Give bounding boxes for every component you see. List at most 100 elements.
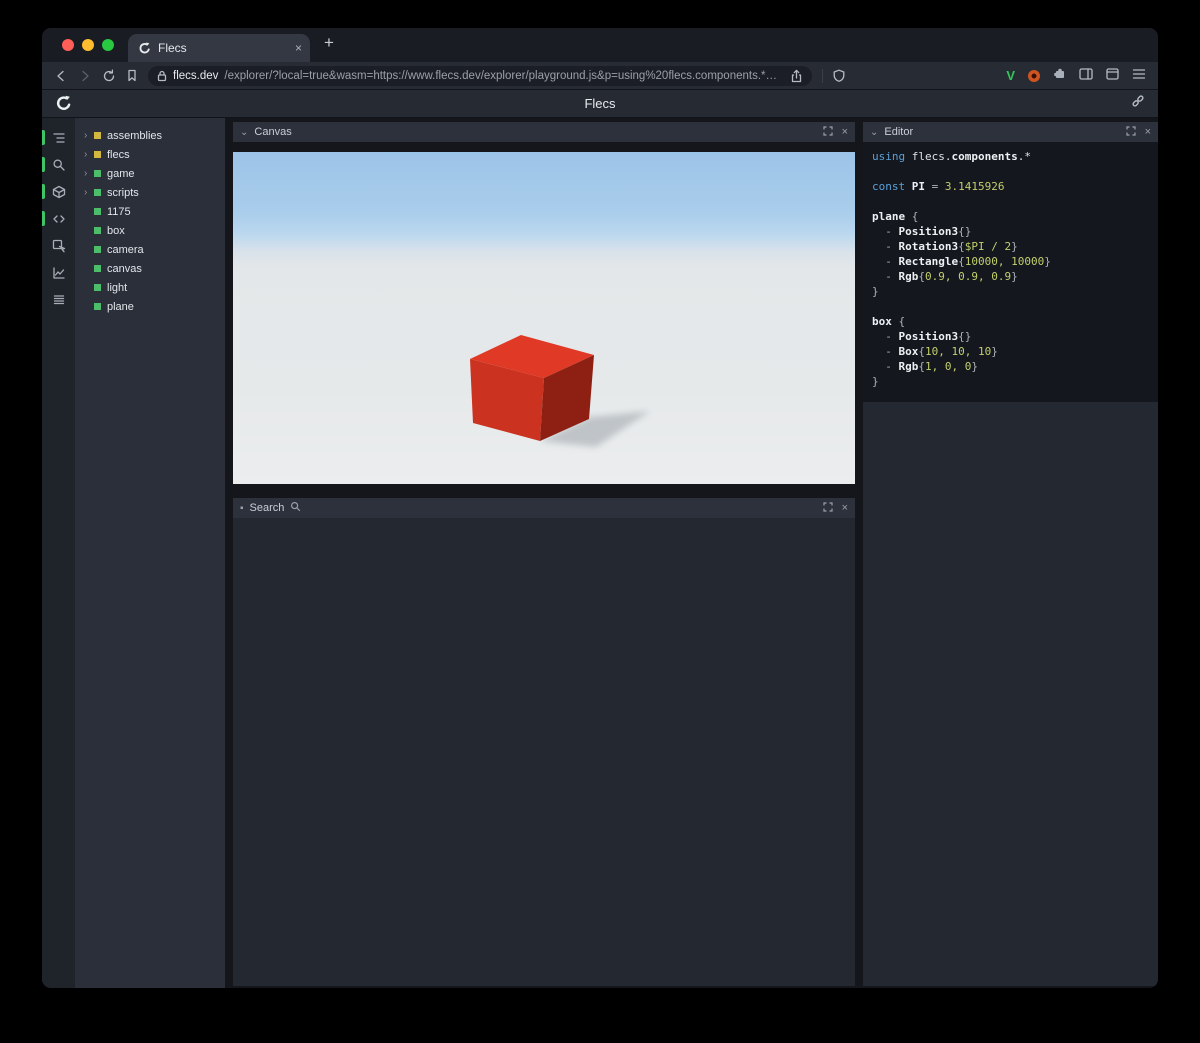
reload-button[interactable] [102, 69, 116, 83]
collapse-chevron-icon[interactable]: ⌄ [870, 127, 878, 138]
page-title: Flecs [584, 96, 616, 111]
close-panel-icon[interactable]: × [842, 126, 848, 138]
fullscreen-icon[interactable] [822, 501, 833, 515]
tree-item-label: assemblies [107, 129, 163, 142]
tree-item-label: game [107, 167, 135, 180]
extensions-puzzle-icon[interactable] [1053, 67, 1066, 85]
editor-panel-header[interactable]: ⌄ Editor × [863, 122, 1158, 142]
code-line: } [872, 285, 879, 298]
code-line: - Box{10, 10, 10} [872, 345, 998, 358]
sidebar-query-search-icon[interactable] [42, 151, 75, 178]
bookmarks-panel-icon[interactable] [126, 69, 138, 82]
fullscreen-icon[interactable] [822, 125, 833, 139]
tree-item-canvas[interactable]: canvas [75, 259, 225, 278]
new-tab-button[interactable]: + [324, 33, 334, 53]
code-line: - Rgb{0.9, 0.9, 0.9} [872, 270, 1018, 283]
tree-item-light[interactable]: light [75, 278, 225, 297]
tree-item-game[interactable]: › game [75, 164, 225, 183]
canvas-panel-header[interactable]: ⌄ Canvas × [233, 122, 855, 142]
sidebar-code-script-icon[interactable] [42, 205, 75, 232]
maximize-window-button[interactable] [102, 39, 114, 51]
collapse-chevron-icon[interactable]: ⌄ [240, 127, 248, 138]
entity-color-swatch [94, 303, 101, 310]
extension-dot-icon[interactable] [1028, 69, 1040, 82]
minimize-window-button[interactable] [82, 39, 94, 51]
search-icon [290, 501, 301, 515]
workspace: ⌄ Canvas × ▪ Search × ⌄ Editor × using f… [225, 118, 1158, 988]
menu-hamburger-icon[interactable] [1132, 67, 1146, 85]
code-line: using flecs.components.* [872, 150, 1031, 163]
tree-item-label: scripts [107, 186, 139, 199]
expand-chevron-icon[interactable]: › [84, 130, 94, 141]
tool-sidebar [42, 118, 75, 988]
canvas-3d-viewport[interactable] [233, 152, 855, 484]
share-icon[interactable] [790, 69, 803, 83]
browser-window: Flecs × + flecs.dev/explorer/?local=true… [42, 28, 1158, 988]
red-box-3d [470, 335, 650, 447]
entity-tree: › assemblies › flecs › game › scripts 1175 box cam… [75, 118, 225, 988]
flecs-favicon [139, 42, 150, 53]
sidebar-commands-icon[interactable] [42, 286, 75, 313]
tab-close-icon[interactable]: × [295, 41, 302, 55]
code-line: const PI = 3.1415926 [872, 180, 1005, 193]
search-panel-header[interactable]: ▪ Search × [233, 498, 855, 518]
tree-item-label: flecs [107, 148, 130, 161]
lock-icon [157, 70, 167, 81]
toolbar-separator [822, 68, 823, 83]
browser-toolbar: flecs.dev/explorer/?local=true&wasm=http… [42, 62, 1158, 90]
side-panel-icon[interactable] [1079, 67, 1093, 85]
close-panel-icon[interactable]: × [1145, 126, 1151, 138]
expand-chevron-icon[interactable]: › [84, 187, 94, 198]
tree-item-scripts[interactable]: › scripts [75, 183, 225, 202]
extensions-area: V [1006, 67, 1146, 85]
tree-item-label: 1175 [107, 205, 131, 218]
search-panel-title: Search [249, 502, 285, 514]
tree-item-1175[interactable]: 1175 [75, 202, 225, 221]
browser-window-icon[interactable] [1106, 67, 1119, 85]
close-panel-icon[interactable]: × [842, 502, 848, 514]
extension-v-icon[interactable]: V [1006, 68, 1015, 83]
tab-title: Flecs [158, 41, 187, 55]
sidebar-statistics-icon[interactable] [42, 259, 75, 286]
expand-chevron-icon[interactable]: › [84, 168, 94, 179]
shield-icon[interactable] [833, 69, 845, 82]
code-line: plane { [872, 210, 919, 223]
back-button[interactable] [54, 69, 68, 83]
entity-color-swatch [94, 246, 101, 253]
browser-tab-flecs[interactable]: Flecs × [128, 34, 310, 62]
tree-item-label: light [107, 281, 128, 294]
editor-panel-title: Editor [884, 126, 914, 138]
sidebar-scene-3d-icon[interactable] [42, 178, 75, 205]
tree-item-camera[interactable]: camera [75, 240, 225, 259]
tree-item-label: canvas [107, 262, 142, 275]
code-line: - Position3{} [872, 330, 972, 343]
code-line: - Rectangle{10000, 10000} [872, 255, 1051, 268]
tree-item-flecs[interactable]: › flecs [75, 145, 225, 164]
entity-color-swatch [94, 227, 101, 234]
tab-strip: Flecs × + [42, 28, 1158, 62]
fullscreen-icon[interactable] [1125, 125, 1136, 139]
tree-item-label: plane [107, 300, 134, 313]
entity-color-swatch [94, 132, 101, 139]
sidebar-inspector-icon[interactable] [42, 232, 75, 259]
editor-code[interactable]: using flecs.components.* const PI = 3.14… [863, 142, 1158, 402]
code-line: box { [872, 315, 906, 328]
address-bar[interactable]: flecs.dev/explorer/?local=true&wasm=http… [148, 65, 812, 86]
expand-chevron-icon[interactable]: › [84, 149, 94, 160]
tree-item-box[interactable]: box [75, 221, 225, 240]
tree-item-plane[interactable]: plane [75, 297, 225, 316]
close-window-button[interactable] [62, 39, 74, 51]
entity-color-swatch [94, 170, 101, 177]
tree-item-assemblies[interactable]: › assemblies [75, 126, 225, 145]
code-line: } [872, 375, 879, 388]
window-controls [42, 39, 128, 51]
code-line: - Position3{} [872, 225, 972, 238]
sidebar-entities-tree-icon[interactable] [42, 124, 75, 151]
entity-color-swatch [94, 151, 101, 158]
forward-button[interactable] [78, 69, 92, 83]
collapse-marker-icon[interactable]: ▪ [240, 503, 244, 514]
url-path: /explorer/?local=true&wasm=https://www.f… [224, 69, 784, 82]
